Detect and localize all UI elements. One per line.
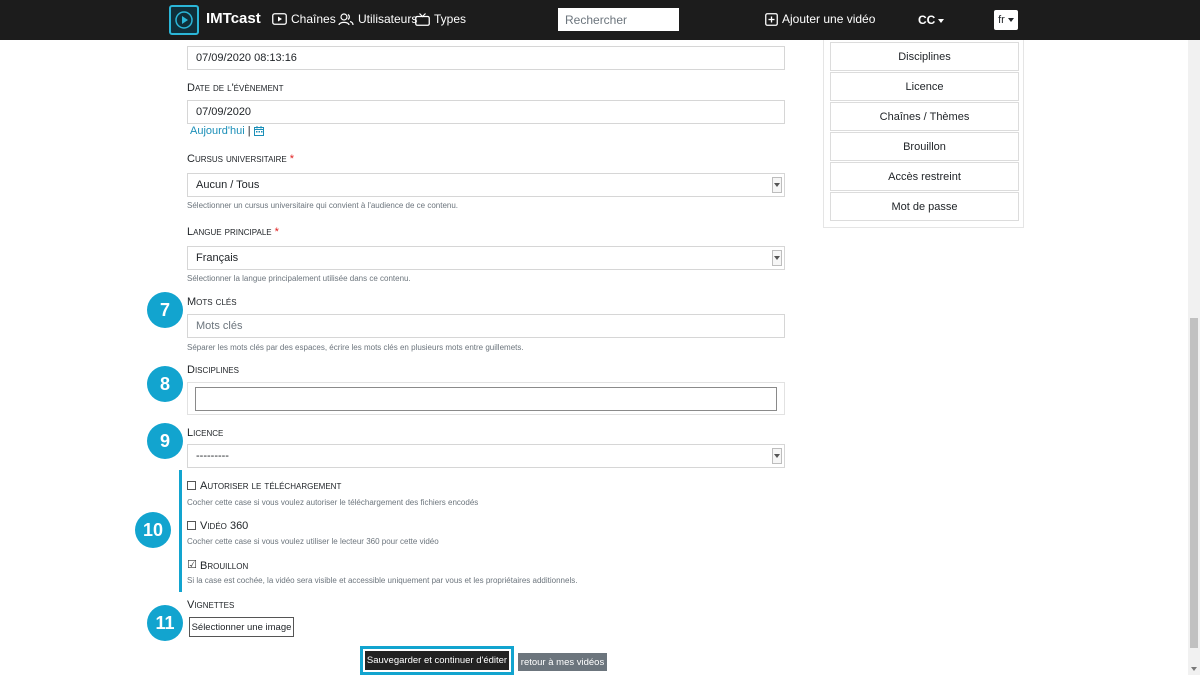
cursus-value: Aucun / Tous xyxy=(196,179,260,191)
video-360-checkbox[interactable] xyxy=(187,521,196,530)
main-language-label-text: Langue principale xyxy=(187,226,272,238)
side-item-restricted-access[interactable]: Accès restreint xyxy=(830,162,1019,191)
main-language-select[interactable]: Français xyxy=(187,246,785,270)
nav-types[interactable]: Types xyxy=(415,12,466,26)
side-item-disciplines[interactable]: Disciplines xyxy=(830,42,1019,71)
allow-download-checkbox[interactable] xyxy=(187,481,196,490)
side-item-draft[interactable]: Brouillon xyxy=(830,132,1019,161)
annotation-badge-10: 10 xyxy=(135,512,171,548)
play-screen-icon xyxy=(272,13,287,25)
main-language-label: Langue principale * xyxy=(187,226,279,238)
thumbnails-label: Vignettes xyxy=(187,599,235,611)
page-scrollbar[interactable] xyxy=(1188,40,1200,675)
language-dropdown[interactable]: fr xyxy=(994,10,1018,30)
nav-channels[interactable]: Chaînes xyxy=(272,12,336,26)
save-highlight: Sauvegarder et continuer d'éditer xyxy=(360,646,514,675)
select-image-button[interactable]: Sélectionner une image xyxy=(189,617,294,637)
chevron-down-icon xyxy=(772,177,782,193)
video-360-help: Cocher cette case si vous voulez utilise… xyxy=(187,537,439,546)
cc-dropdown[interactable]: CC xyxy=(918,13,945,27)
event-date-label: Date de l'évènement xyxy=(187,82,284,94)
users-icon xyxy=(338,12,354,25)
side-item-licence[interactable]: Licence xyxy=(830,72,1019,101)
licence-label: Licence xyxy=(187,427,224,439)
main-language-help: Sélectionner la langue principalement ut… xyxy=(187,274,411,283)
nav-users-label: Utilisateurs xyxy=(358,12,418,26)
draft-checkbox[interactable]: ☑ xyxy=(187,559,197,570)
scrollbar-thumb[interactable] xyxy=(1190,318,1198,648)
cursus-select[interactable]: Aucun / Tous xyxy=(187,173,785,197)
licence-value: --------- xyxy=(196,450,229,462)
plus-square-icon xyxy=(765,12,778,26)
disciplines-label: Disciplines xyxy=(187,364,239,376)
app-title[interactable]: IMTcast xyxy=(206,10,261,27)
nav-users[interactable]: Utilisateurs xyxy=(338,12,417,26)
add-video-label: Ajouter une vidéo xyxy=(782,12,876,26)
video-360-label[interactable]: Vidéo 360 xyxy=(200,520,248,532)
side-item-password[interactable]: Mot de passe xyxy=(830,192,1019,221)
keywords-help: Séparer les mots clés par des espaces, é… xyxy=(187,343,524,352)
chevron-down-icon xyxy=(772,448,782,464)
language-label: fr xyxy=(998,14,1005,26)
annotation-bracket xyxy=(179,470,182,592)
shortcut-separator: | xyxy=(247,125,251,137)
annotation-badge-9: 9 xyxy=(147,423,183,459)
disciplines-field-wrapper xyxy=(187,382,785,415)
tv-icon xyxy=(415,12,430,26)
required-mark: * xyxy=(274,226,279,238)
add-video-button[interactable]: Ajouter une vidéo xyxy=(765,12,875,26)
today-link[interactable]: Aujourd'hui xyxy=(190,125,245,137)
section-nav-panel: Disciplines Licence Chaînes / Thèmes Bro… xyxy=(823,40,1024,228)
cursus-label: Cursus universitaire * xyxy=(187,153,294,165)
chevron-down-icon xyxy=(1007,18,1014,22)
logo-icon[interactable] xyxy=(169,5,199,35)
nav-types-label: Types xyxy=(434,12,467,26)
event-date-shortcuts: Aujourd'hui | xyxy=(190,125,264,137)
nav-channels-label: Chaînes xyxy=(291,12,336,26)
cursus-help: Sélectionner un cursus universitaire qui… xyxy=(187,201,459,210)
disciplines-input[interactable] xyxy=(195,387,777,411)
annotation-badge-11: 11 xyxy=(147,605,183,641)
cursus-label-text: Cursus universitaire xyxy=(187,153,287,165)
scroll-down-icon[interactable] xyxy=(1191,667,1197,671)
date-added-field[interactable]: 07/09/2020 08:13:16 xyxy=(187,46,785,70)
allow-download-label[interactable]: Autoriser le téléchargement xyxy=(200,480,341,492)
calendar-icon[interactable] xyxy=(253,126,264,136)
draft-label[interactable]: Brouillon xyxy=(200,560,248,572)
event-date-field[interactable]: 07/09/2020 xyxy=(187,100,785,124)
search-input[interactable] xyxy=(558,8,679,31)
top-navbar: IMTcast Chaînes Utilisateurs Types Ajout… xyxy=(0,0,1200,40)
chevron-down-icon xyxy=(772,250,782,266)
save-continue-button[interactable]: Sauvegarder et continuer d'éditer xyxy=(365,651,509,670)
allow-download-help: Cocher cette case si vous voulez autoris… xyxy=(187,498,479,507)
keywords-label: Mots clés xyxy=(187,296,237,308)
back-to-videos-button[interactable]: retour à mes vidéos xyxy=(518,653,607,671)
cc-label: CC xyxy=(918,13,936,27)
annotation-badge-7: 7 xyxy=(147,292,183,328)
draft-help: Si la case est cochée, la vidéo sera vis… xyxy=(187,576,578,585)
keywords-input[interactable]: Mots clés xyxy=(187,314,785,338)
main-language-value: Français xyxy=(196,252,239,264)
required-mark: * xyxy=(289,153,295,165)
side-item-channels-themes[interactable]: Chaînes / Thèmes xyxy=(830,102,1019,131)
chevron-down-icon xyxy=(938,18,945,23)
annotation-badge-8: 8 xyxy=(147,366,183,402)
licence-select[interactable]: --------- xyxy=(187,444,785,468)
